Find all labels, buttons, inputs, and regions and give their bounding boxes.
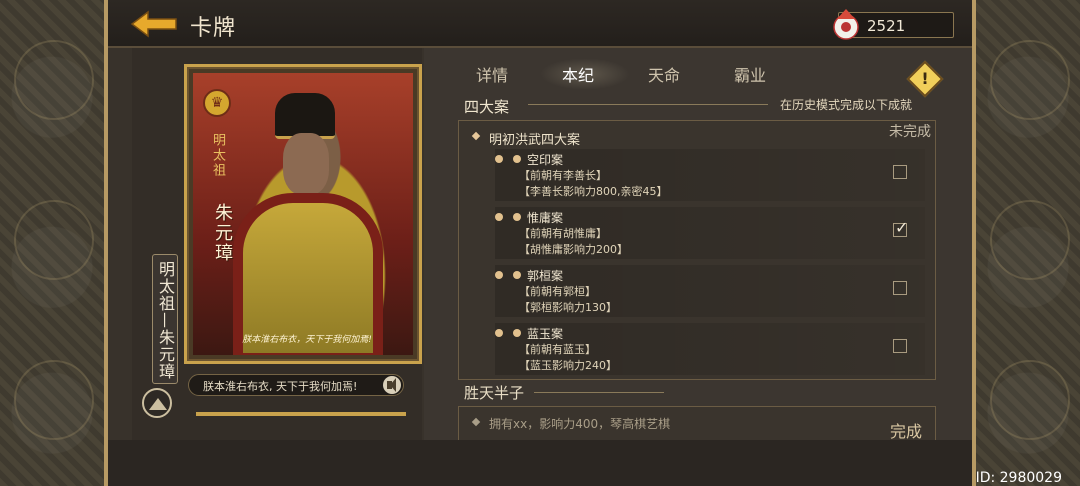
case-condition: 【李善长影响力800,亲密45】: [519, 185, 668, 198]
main-panel: 卡牌 2521 ♛ 明太祖 朱元璋 朕本淮右布衣，天下于我何加焉! 明太祖—朱元…: [108, 0, 972, 486]
case-group-box: 明初洪武四大案 未完成 空印案 【前朝有李善长】 【李善长影响力800,亲密45…: [458, 120, 936, 380]
dragon-emblem-icon: [990, 200, 1070, 280]
group-title: 明初洪武四大案: [489, 129, 580, 148]
page-title: 卡牌: [190, 16, 237, 41]
case-condition: 【前朝有郭桓】: [519, 285, 596, 298]
section-divider: [534, 392, 664, 393]
case-item: 蓝玉案 【前朝有蓝玉】 【蓝玉影响力240】: [495, 323, 925, 375]
right-decor-panel: [972, 0, 1080, 486]
bullet-icon: [513, 155, 521, 163]
checkmark-icon: ✓: [895, 218, 909, 237]
case-item: 惟庸案 【前朝有胡惟庸】 【胡惟庸影响力200】 ✓: [495, 207, 925, 259]
bullet-icon: [513, 329, 521, 337]
card-quote: 朕本淮右布衣，天下于我何加焉!: [242, 335, 372, 345]
complete-stamp: 完成: [890, 422, 923, 441]
case-condition: 【前朝有胡惟庸】: [519, 227, 607, 240]
bottom-bar: [108, 440, 972, 486]
card-rail-divider: [196, 412, 406, 416]
next-section-title: 胜天半子: [464, 384, 525, 402]
quote-text: 朕本淮右布衣, 天下于我何加焉!: [203, 380, 358, 393]
bullet-icon: [495, 271, 503, 279]
case-checkbox[interactable]: [893, 339, 907, 353]
tab-hegemony[interactable]: 霸业: [734, 62, 766, 86]
dragon-emblem-icon: [990, 360, 1070, 440]
section-title: 四大案: [464, 98, 510, 116]
case-checkbox[interactable]: [893, 165, 907, 179]
bullet-icon: [495, 213, 503, 221]
portrait-robe: [233, 193, 383, 355]
hero-portrait: ♛ 明太祖 朱元璋 朕本淮右布衣，天下于我何加焉!: [193, 73, 413, 355]
warning-icon[interactable]: !: [906, 60, 944, 98]
section-hint: 在历史模式完成以下成就: [780, 98, 913, 112]
bullet-icon: [495, 329, 503, 337]
content-panel: 详情 本纪 天命 霸业 ! 四大案 在历史模式完成以下成就 明初洪武四大案 未完…: [424, 48, 972, 441]
case-condition: 【蓝玉影响力240】: [519, 359, 617, 372]
left-decor-panel: [0, 0, 108, 486]
hero-card[interactable]: ♛ 明太祖 朱元璋 朕本淮右布衣，天下于我何加焉!: [184, 64, 422, 364]
quote-bar: 朕本淮右布衣, 天下于我何加焉!: [188, 374, 404, 396]
tab-bar: 详情 本纪 天命 霸业 !: [424, 58, 972, 98]
case-condition: 【前朝有蓝玉】: [519, 343, 596, 356]
case-condition: 【郭桓影响力130】: [519, 301, 617, 314]
hero-name: 明太祖—朱元璋: [156, 261, 175, 380]
dragon-emblem-icon: [14, 200, 94, 280]
feather-coin-icon: [833, 9, 859, 40]
case-name: 郭桓案: [527, 269, 564, 283]
group-status-stamp: 未完成: [889, 124, 931, 140]
speaker-icon[interactable]: [383, 376, 401, 394]
next-item-text: 拥有xx，影响力400，琴高棋艺棋: [489, 417, 671, 431]
next-section-item: 拥有xx，影响力400，琴高棋艺棋: [458, 406, 936, 440]
currency-display: 2521: [833, 9, 954, 40]
card-area: ♛ 明太祖 朱元璋 朕本淮右布衣，天下于我何加焉! 明太祖—朱元璋 朕本淮右布衣…: [132, 48, 422, 440]
bullet-icon: [495, 155, 503, 163]
case-name: 惟庸案: [527, 211, 564, 225]
back-arrow-icon: [130, 10, 177, 38]
case-name: 空印案: [527, 153, 564, 167]
card-vertical-title: 明太祖: [210, 133, 225, 178]
section-divider: [528, 104, 768, 105]
back-button[interactable]: [130, 10, 178, 38]
case-condition: 【前朝有李善长】: [519, 169, 607, 182]
portrait-face: [283, 133, 329, 195]
tab-destiny[interactable]: 天命: [648, 62, 680, 86]
case-checkbox[interactable]: [893, 281, 907, 295]
case-name: 蓝玉案: [527, 327, 564, 341]
currency-value: 2521: [867, 17, 906, 35]
card-signature: 朱元璋: [212, 203, 233, 263]
dragon-emblem-icon: [14, 40, 94, 120]
card-rank-badge-icon: ♛: [203, 89, 231, 117]
case-item: 空印案 【前朝有李善长】 【李善长影响力800,亲密45】: [495, 149, 925, 201]
dragon-emblem-icon: [990, 40, 1070, 120]
case-condition: 【胡惟庸影响力200】: [519, 243, 628, 256]
case-item: 郭桓案 【前朝有郭桓】 【郭桓影响力130】: [495, 265, 925, 317]
bullet-icon: [513, 213, 521, 221]
bullet-icon: [513, 271, 521, 279]
dragon-emblem-icon: [14, 360, 94, 440]
tab-annals[interactable]: 本纪: [562, 62, 594, 86]
mountain-icon[interactable]: [142, 388, 172, 418]
player-id: ID: 2980029: [975, 470, 1062, 486]
hero-name-scroll: 明太祖—朱元璋: [152, 254, 178, 384]
case-checkbox[interactable]: ✓: [893, 218, 908, 237]
tab-details[interactable]: 详情: [476, 62, 508, 86]
top-bar: 卡牌 2521: [108, 0, 972, 48]
